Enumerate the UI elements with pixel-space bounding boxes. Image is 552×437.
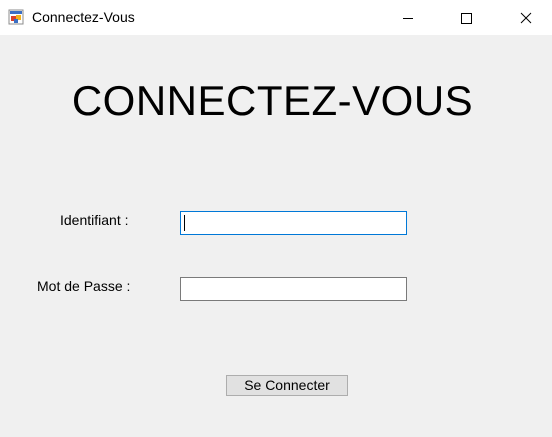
app-window-icon[interactable] — [8, 9, 24, 25]
minimize-button[interactable] — [385, 0, 431, 35]
identifiant-input[interactable] — [180, 211, 407, 235]
window-title: Connectez-Vous — [32, 9, 135, 25]
title-bar[interactable]: Connectez-Vous — [0, 0, 552, 35]
close-button[interactable] — [503, 0, 549, 35]
login-window: Connectez-Vous CONNECTEZ-VOUS Identifian… — [0, 0, 552, 437]
identifiant-label: Identifiant : — [60, 212, 129, 228]
maximize-icon — [461, 12, 472, 24]
client-area: CONNECTEZ-VOUS Identifiant : Mot de Pass… — [0, 35, 552, 437]
password-input[interactable] — [180, 277, 407, 301]
text-caret — [184, 215, 185, 231]
password-label: Mot de Passe : — [37, 278, 131, 294]
page-title: CONNECTEZ-VOUS — [71, 77, 474, 124]
maximize-button[interactable] — [443, 0, 489, 35]
connect-button[interactable]: Se Connecter — [226, 375, 348, 396]
close-icon — [520, 12, 532, 23]
minimize-icon — [403, 17, 413, 19]
